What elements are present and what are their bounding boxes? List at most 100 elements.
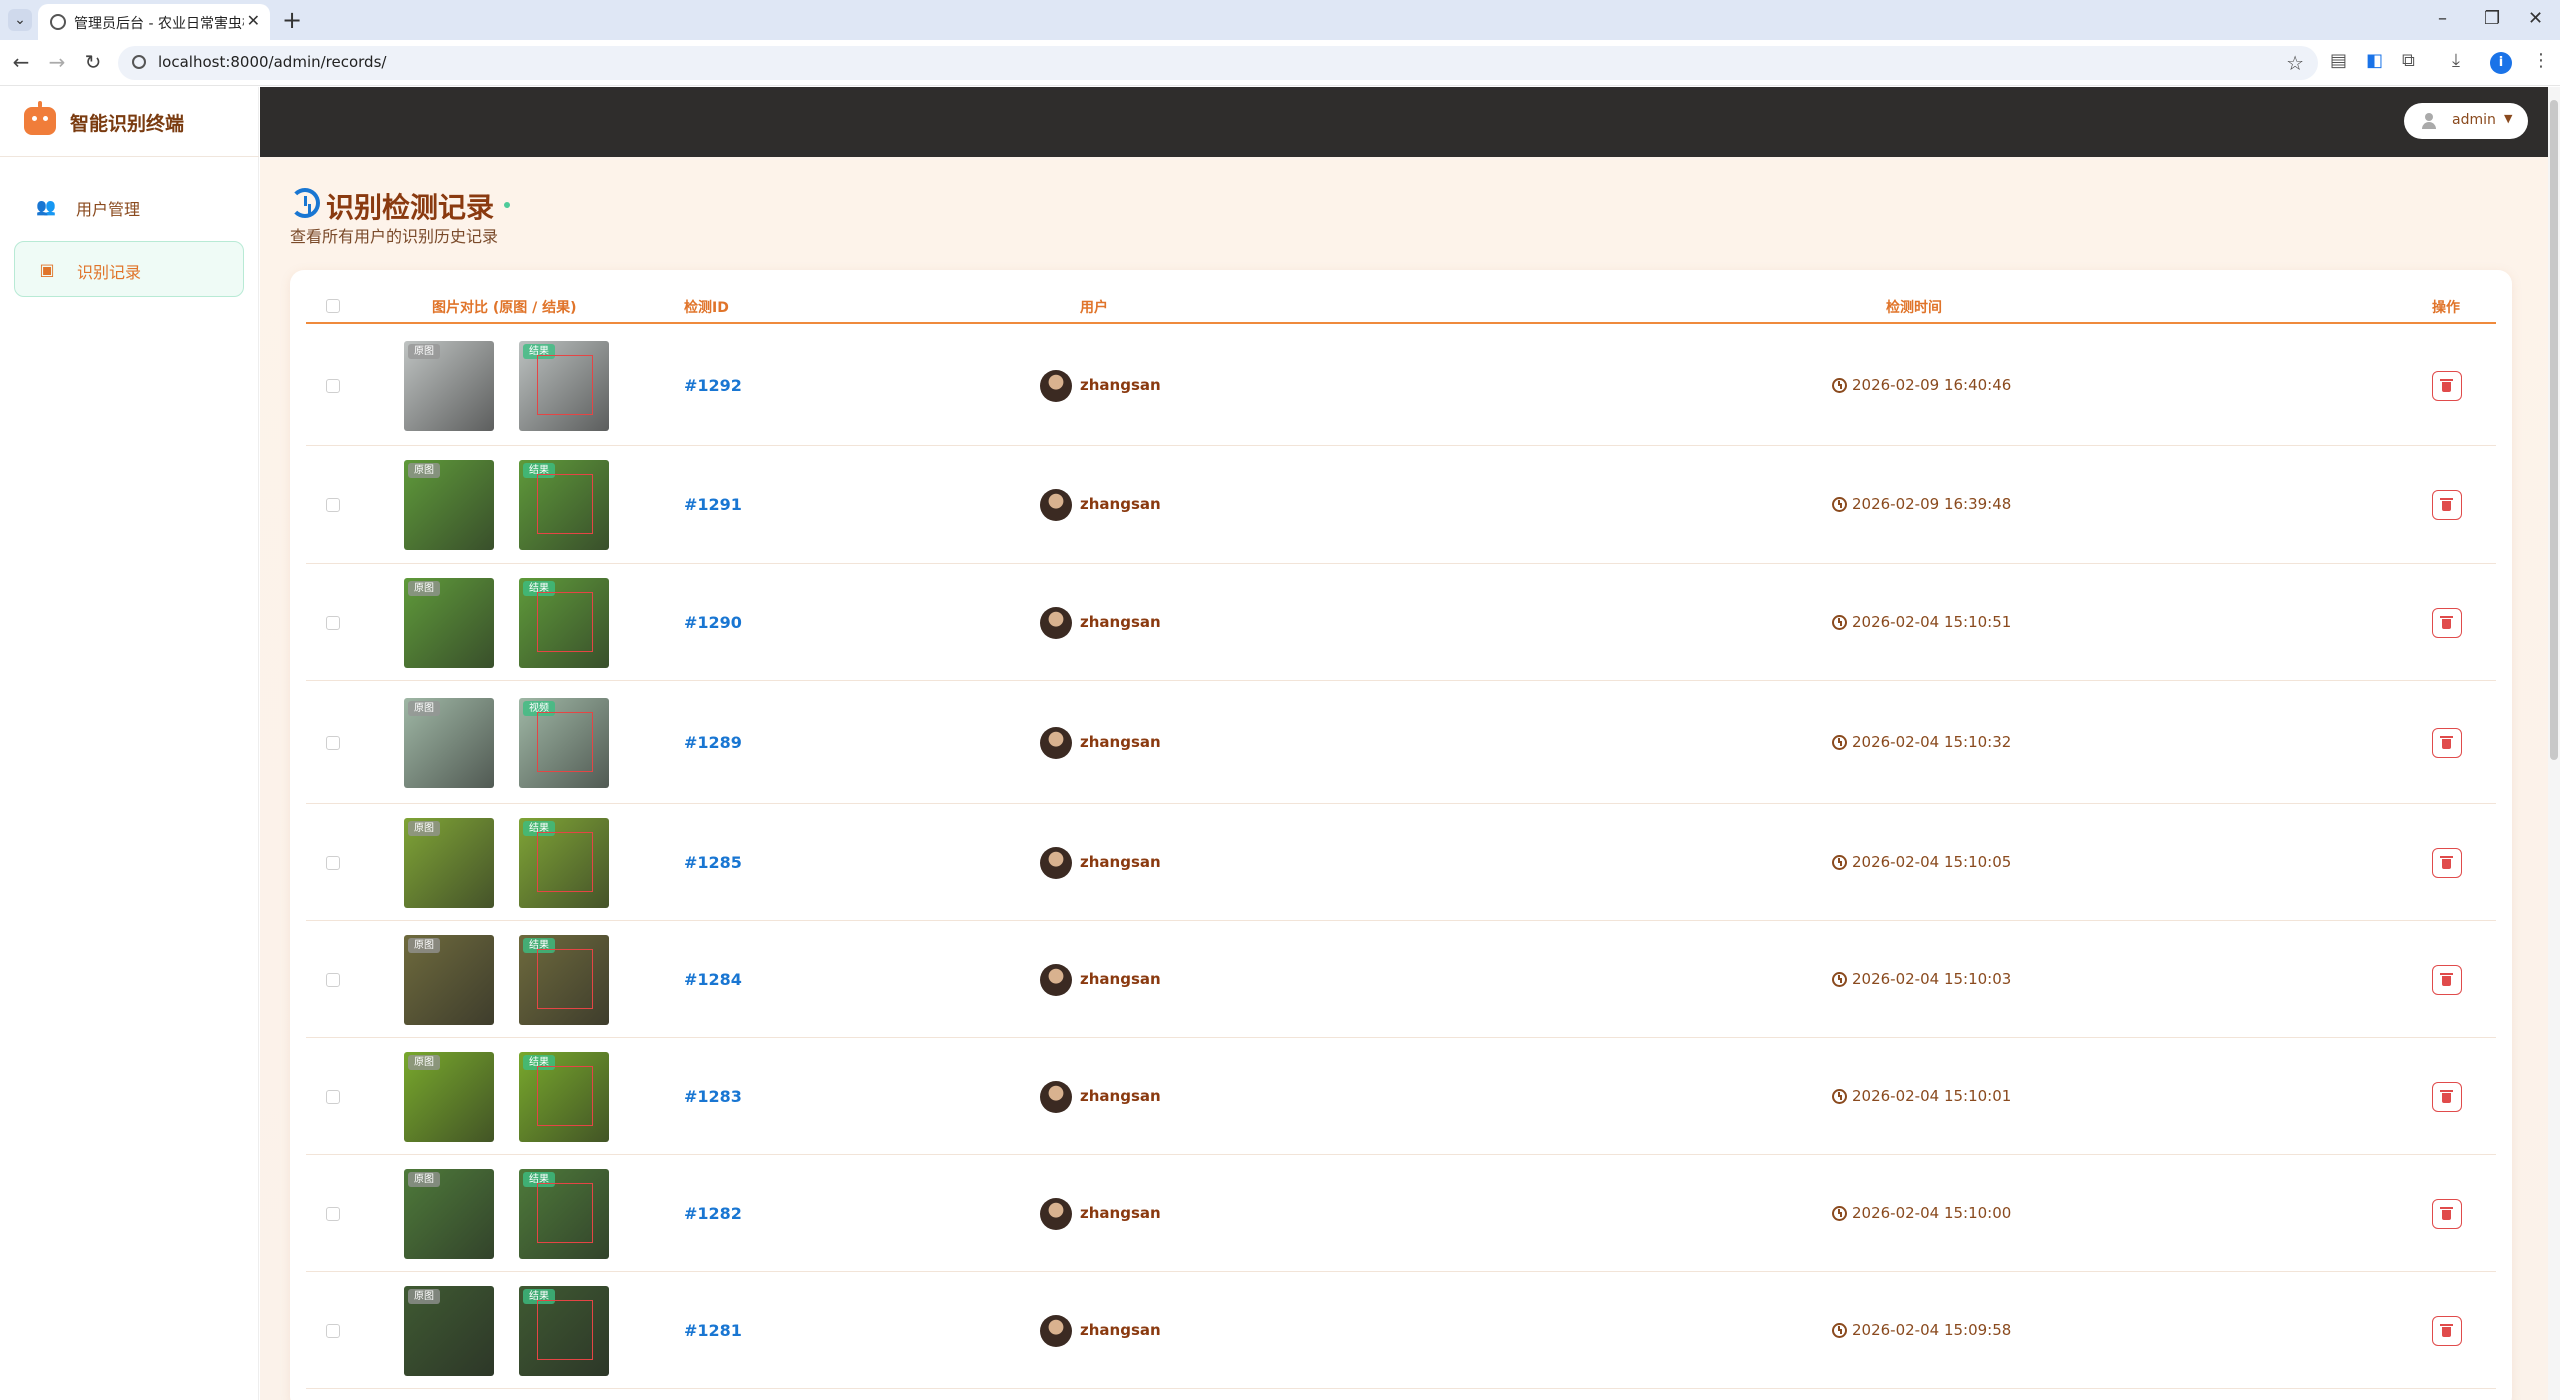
table-row[interactable]: 原图 结果 #1281 zhangsan 2026-02-04 15:09:58 <box>306 1272 2496 1389</box>
row-checkbox[interactable] <box>326 856 340 870</box>
row-checkbox[interactable] <box>326 498 340 512</box>
record-time: 2026-02-04 15:10:51 <box>1852 613 2012 631</box>
table-row[interactable]: 原图 结果 #1285 zhangsan 2026-02-04 15:10:05 <box>306 804 2496 921</box>
table-row[interactable]: 原图 结果 #1292 zhangsan 2026-02-09 16:40:46 <box>306 326 2496 446</box>
result-image-thumbnail[interactable]: 结果 <box>519 935 609 1025</box>
delete-button[interactable] <box>2432 1199 2462 1229</box>
window-close-icon[interactable]: ✕ <box>2528 8 2543 29</box>
result-image-thumbnail[interactable]: 结果 <box>519 1169 609 1259</box>
new-tab-button[interactable]: + <box>282 6 302 34</box>
delete-button[interactable] <box>2432 490 2462 520</box>
original-image-thumbnail[interactable]: 原图 <box>404 698 494 788</box>
extensions-icon[interactable]: ⧉ <box>2402 50 2415 71</box>
header-username: admin <box>2452 112 2496 128</box>
original-image-thumbnail[interactable]: 原图 <box>404 578 494 668</box>
download-icon[interactable]: ⤓ <box>2452 50 2460 71</box>
delete-button[interactable] <box>2432 371 2462 401</box>
select-all-checkbox[interactable] <box>326 299 340 313</box>
detection-box <box>537 949 593 1009</box>
reading-list-icon[interactable]: ▤ <box>2330 50 2347 71</box>
row-checkbox[interactable] <box>326 1324 340 1338</box>
column-header-images: 图片对比 (原图 / 结果) <box>432 300 577 316</box>
clock-icon <box>1832 378 1847 393</box>
url-text[interactable]: localhost:8000/admin/records/ <box>158 53 386 71</box>
tab-search-chevron-icon[interactable]: ⌄ <box>8 9 32 31</box>
record-id-link[interactable]: #1289 <box>684 733 742 752</box>
column-header-user: 用户 <box>1080 300 1108 316</box>
minimize-icon[interactable]: – <box>2438 8 2447 29</box>
delete-button[interactable] <box>2432 1082 2462 1112</box>
row-checkbox[interactable] <box>326 1090 340 1104</box>
record-time: 2026-02-04 15:10:03 <box>1852 970 2012 988</box>
clock-icon <box>1832 497 1847 512</box>
result-image-thumbnail[interactable]: 结果 <box>519 341 609 431</box>
original-image-thumbnail[interactable]: 原图 <box>404 818 494 908</box>
delete-button[interactable] <box>2432 608 2462 638</box>
forward-icon[interactable]: → <box>44 50 70 74</box>
avatar <box>1040 489 1072 521</box>
original-image-thumbnail[interactable]: 原图 <box>404 1169 494 1259</box>
table-row[interactable]: 原图 结果 #1284 zhangsan 2026-02-04 15:10:03 <box>306 921 2496 1038</box>
result-image-thumbnail[interactable]: 视频 <box>519 698 609 788</box>
restore-icon[interactable]: ❐ <box>2484 8 2500 29</box>
result-image-thumbnail[interactable]: 结果 <box>519 818 609 908</box>
result-image-thumbnail[interactable]: 结果 <box>519 1286 609 1376</box>
table-row[interactable]: 原图 结果 #1283 zhangsan 2026-02-04 15:10:01 <box>306 1038 2496 1155</box>
brand[interactable]: 智能识别终端 <box>0 87 259 157</box>
original-image-thumbnail[interactable]: 原图 <box>404 935 494 1025</box>
row-checkbox[interactable] <box>326 1207 340 1221</box>
record-id-link[interactable]: #1284 <box>684 970 742 989</box>
delete-button[interactable] <box>2432 965 2462 995</box>
record-id-link[interactable]: #1292 <box>684 376 742 395</box>
record-id-link[interactable]: #1281 <box>684 1321 742 1340</box>
site-info-icon[interactable] <box>132 55 146 69</box>
row-checkbox[interactable] <box>326 736 340 750</box>
original-tag: 原图 <box>408 1172 440 1187</box>
page-subtitle: 查看所有用户的识别历史记录 <box>290 227 499 246</box>
record-id-link[interactable]: #1291 <box>684 495 742 514</box>
record-username: zhangsan <box>1080 1204 1161 1222</box>
original-image-thumbnail[interactable]: 原图 <box>404 1052 494 1142</box>
profile-avatar[interactable]: i <box>2490 52 2512 74</box>
original-tag: 原图 <box>408 821 440 836</box>
tab-close-icon[interactable]: ✕ <box>247 11 260 30</box>
page-scrollbar-thumb[interactable] <box>2550 100 2558 760</box>
table-row[interactable]: 原图 结果 #1291 zhangsan 2026-02-09 16:39:48 <box>306 446 2496 564</box>
result-image-thumbnail[interactable]: 结果 <box>519 460 609 550</box>
delete-button[interactable] <box>2432 1316 2462 1346</box>
result-image-thumbnail[interactable]: 结果 <box>519 578 609 668</box>
table-header: 图片对比 (原图 / 结果) 检测ID 用户 检测时间 操作 <box>306 290 2496 324</box>
robot-icon <box>24 101 56 135</box>
translate-icon[interactable]: ◧ <box>2366 50 2383 71</box>
back-icon[interactable]: ← <box>8 50 34 74</box>
user-menu-button[interactable]: admin ▼ <box>2404 103 2528 139</box>
row-checkbox[interactable] <box>326 379 340 393</box>
browser-tab[interactable]: 管理员后台 - 农业日常害虫检测 ✕ <box>38 4 270 40</box>
record-id-link[interactable]: #1285 <box>684 853 742 872</box>
record-id-link[interactable]: #1283 <box>684 1087 742 1106</box>
table-row[interactable]: 原图 结果 #1290 zhangsan 2026-02-04 15:10:51 <box>306 564 2496 681</box>
reload-icon[interactable]: ↻ <box>80 50 106 74</box>
more-menu-icon[interactable]: ⋮ <box>2532 50 2550 71</box>
globe-icon <box>50 14 66 30</box>
row-checkbox[interactable] <box>326 973 340 987</box>
bookmark-star-icon[interactable]: ☆ <box>2286 51 2304 75</box>
record-username: zhangsan <box>1080 613 1161 631</box>
table-row[interactable]: 原图 视频 #1289 zhangsan 2026-02-04 15:10:32 <box>306 681 2496 804</box>
decorative-dot <box>504 202 510 208</box>
original-image-thumbnail[interactable]: 原图 <box>404 341 494 431</box>
original-image-thumbnail[interactable]: 原图 <box>404 1286 494 1376</box>
record-id-link[interactable]: #1290 <box>684 613 742 632</box>
table-row[interactable]: 原图 结果 #1282 zhangsan 2026-02-04 15:10:00 <box>306 1155 2496 1272</box>
original-image-thumbnail[interactable]: 原图 <box>404 460 494 550</box>
result-image-thumbnail[interactable]: 结果 <box>519 1052 609 1142</box>
record-id-link[interactable]: #1282 <box>684 1204 742 1223</box>
row-checkbox[interactable] <box>326 616 340 630</box>
sidebar-item-records[interactable]: ▣ 识别记录 <box>14 241 244 297</box>
sidebar-item-users[interactable]: 👥 用户管理 <box>14 179 244 235</box>
delete-button[interactable] <box>2432 728 2462 758</box>
delete-button[interactable] <box>2432 848 2462 878</box>
omnibox[interactable]: localhost:8000/admin/records/ ☆ <box>118 46 2318 80</box>
record-username: zhangsan <box>1080 1321 1161 1339</box>
original-tag: 原图 <box>408 1289 440 1304</box>
